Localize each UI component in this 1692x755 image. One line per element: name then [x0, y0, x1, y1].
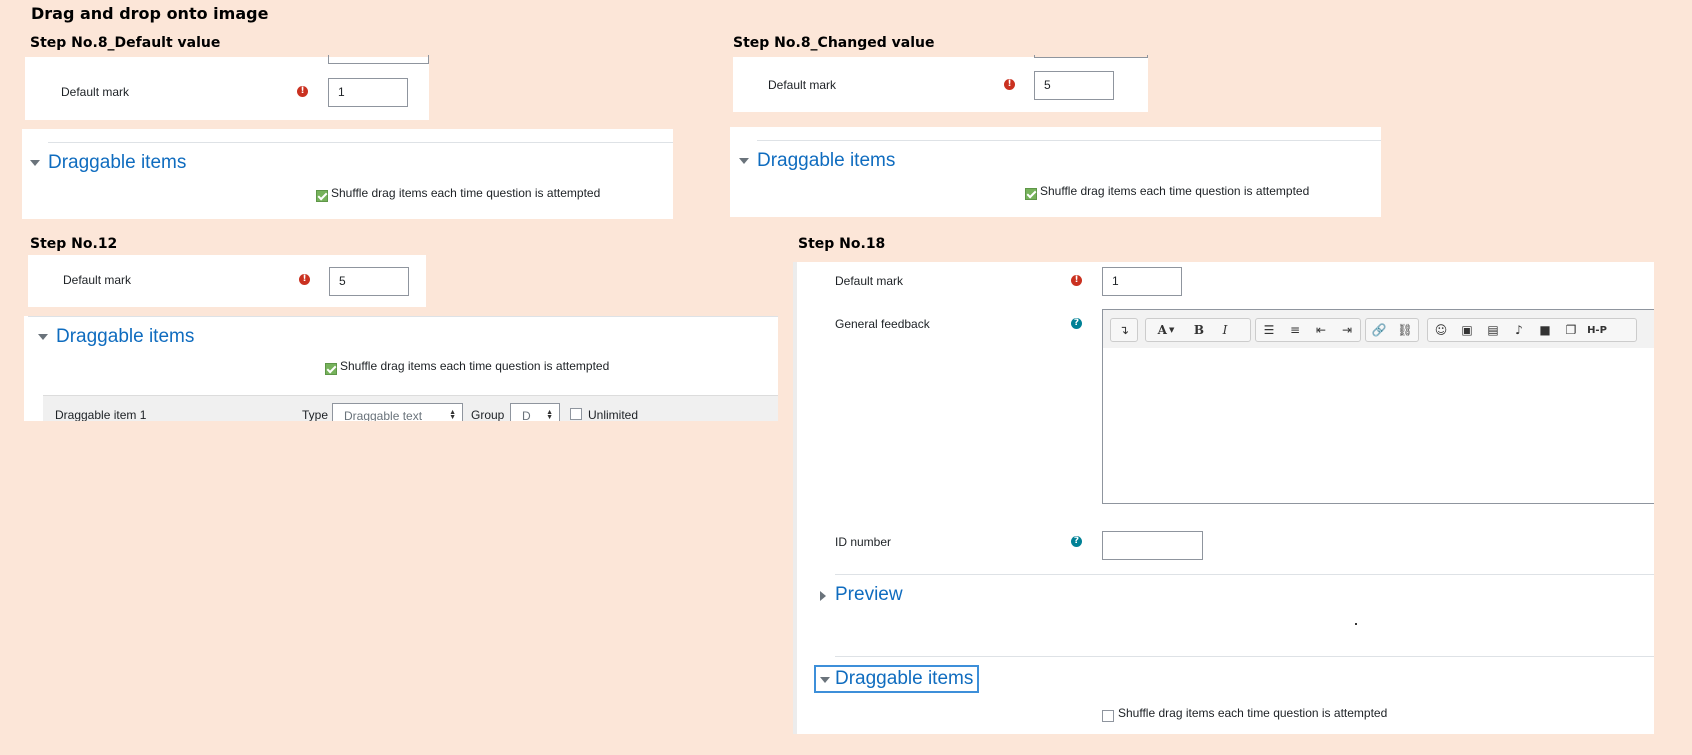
default-mark-label: Default mark	[768, 78, 837, 92]
step12-heading: Step No.12	[30, 236, 118, 252]
focused-section-header[interactable]: Draggable items	[814, 665, 979, 693]
section-title-preview[interactable]: Preview	[835, 584, 903, 606]
step18-panel: Default mark ! 1 General feedback ? ↴ A ▼…	[793, 262, 1654, 734]
general-feedback-label: General feedback	[835, 317, 930, 331]
toolbar-toggle-icon[interactable]: ↴	[1111, 319, 1137, 341]
collapse-caret-icon[interactable]	[38, 334, 48, 340]
ordered-list-icon[interactable]: ≡	[1282, 319, 1308, 341]
shuffle-checkbox[interactable]	[316, 190, 328, 202]
step12-draggable-panel: Draggable items Shuffle drag items each …	[24, 316, 778, 421]
unlimited-label: Unlimited	[588, 408, 639, 421]
editor-toolbar: ↴ A ▼ B I ☰ ≡ ⇤ ⇥ 🔗 ⛓ ☺ ▣ ▤ ♪ ■ ❐ H-P	[1102, 309, 1654, 349]
required-icon: !	[1004, 79, 1015, 90]
default-mark-label: Default mark	[835, 274, 904, 288]
general-feedback-editor[interactable]	[1102, 348, 1654, 504]
image-icon[interactable]: ▣	[1454, 319, 1480, 341]
default-mark-label: Default mark	[61, 85, 130, 99]
draggable-item-label: Draggable item 1	[55, 408, 147, 421]
font-style-icon[interactable]: A ▼	[1146, 319, 1186, 341]
type-label: Type	[302, 408, 329, 421]
video-camera-icon[interactable]: ■	[1532, 319, 1558, 341]
link-icon[interactable]: 🔗	[1366, 319, 1392, 341]
id-number-label: ID number	[835, 535, 892, 549]
default-mark-input[interactable]: 5	[1034, 71, 1114, 100]
shuffle-label: Shuffle drag items each time question is…	[340, 359, 610, 373]
bold-icon[interactable]: B	[1186, 319, 1212, 341]
default-mark-input[interactable]: 1	[1102, 267, 1182, 296]
step8-changed-heading: Step No.8_Changed value	[733, 35, 935, 51]
collapse-caret-icon[interactable]	[739, 158, 749, 164]
shuffle-label: Shuffle drag items each time question is…	[331, 186, 601, 200]
step12-mark-panel: Default mark ! 5	[28, 255, 426, 307]
h5p-icon[interactable]: H-P	[1584, 319, 1610, 341]
unordered-list-icon[interactable]: ☰	[1256, 319, 1282, 341]
media-icon[interactable]: ▤	[1480, 319, 1506, 341]
step18-heading: Step No.18	[798, 236, 886, 252]
microphone-icon[interactable]: ♪	[1506, 319, 1532, 341]
group-select[interactable]: D ▲ ▼	[510, 403, 560, 421]
id-number-input[interactable]	[1102, 531, 1203, 560]
select-arrows-icon: ▲ ▼	[449, 409, 456, 421]
default-mark-input[interactable]: 5	[329, 267, 409, 296]
italic-icon[interactable]: I	[1212, 319, 1238, 341]
group-label: Group	[471, 408, 505, 421]
outdent-icon[interactable]: ⇤	[1308, 319, 1334, 341]
required-icon: !	[1071, 275, 1082, 286]
manage-files-icon[interactable]: ❐	[1558, 319, 1584, 341]
default-mark-label: Default mark	[63, 273, 132, 287]
step8-default-heading: Step No.8_Default value	[30, 35, 221, 51]
shuffle-label: Shuffle drag items each time question is…	[1040, 184, 1310, 198]
shuffle-checkbox[interactable]	[1102, 710, 1114, 722]
collapse-caret-icon	[820, 677, 830, 683]
indent-icon[interactable]: ⇥	[1334, 319, 1360, 341]
expand-caret-icon[interactable]	[820, 591, 826, 601]
section-title-draggable-items[interactable]: Draggable items	[757, 150, 895, 172]
select-arrows-icon: ▲ ▼	[546, 409, 553, 421]
step8-changed-draggable-panel: Draggable items Shuffle drag items each …	[730, 127, 1381, 217]
cropped-input	[1034, 55, 1148, 58]
collapse-caret-icon[interactable]	[30, 160, 40, 166]
section-title-draggable-items[interactable]: Draggable items	[56, 326, 194, 348]
default-mark-input[interactable]: 1	[328, 78, 408, 107]
draggable-item-row: Draggable item 1 Type Draggable text ▲ ▼ …	[43, 395, 778, 421]
step8-default-draggable-panel: Draggable items Shuffle drag items each …	[22, 129, 673, 219]
help-icon[interactable]: ?	[1071, 318, 1082, 329]
section-title-draggable-items[interactable]: Draggable items	[48, 152, 186, 174]
cropped-input	[328, 55, 429, 64]
unlimited-checkbox[interactable]	[570, 408, 582, 420]
shuffle-label: Shuffle drag items each time question is…	[1118, 706, 1388, 720]
shuffle-checkbox[interactable]	[1025, 188, 1037, 200]
step8-changed-mark-panel: Default mark ! 5	[733, 55, 1148, 112]
help-icon[interactable]: ?	[1071, 536, 1082, 547]
page-title: Drag and drop onto image	[31, 4, 269, 23]
unlink-icon[interactable]: ⛓	[1392, 319, 1418, 341]
emoji-icon[interactable]: ☺	[1428, 319, 1454, 341]
required-icon: !	[297, 86, 308, 97]
required-icon: !	[299, 274, 310, 285]
step8-default-mark-panel: Default mark ! 1	[25, 55, 429, 120]
section-title-draggable-items: Draggable items	[835, 668, 974, 689]
type-select[interactable]: Draggable text ▲ ▼	[332, 403, 463, 421]
shuffle-checkbox[interactable]	[325, 363, 337, 375]
